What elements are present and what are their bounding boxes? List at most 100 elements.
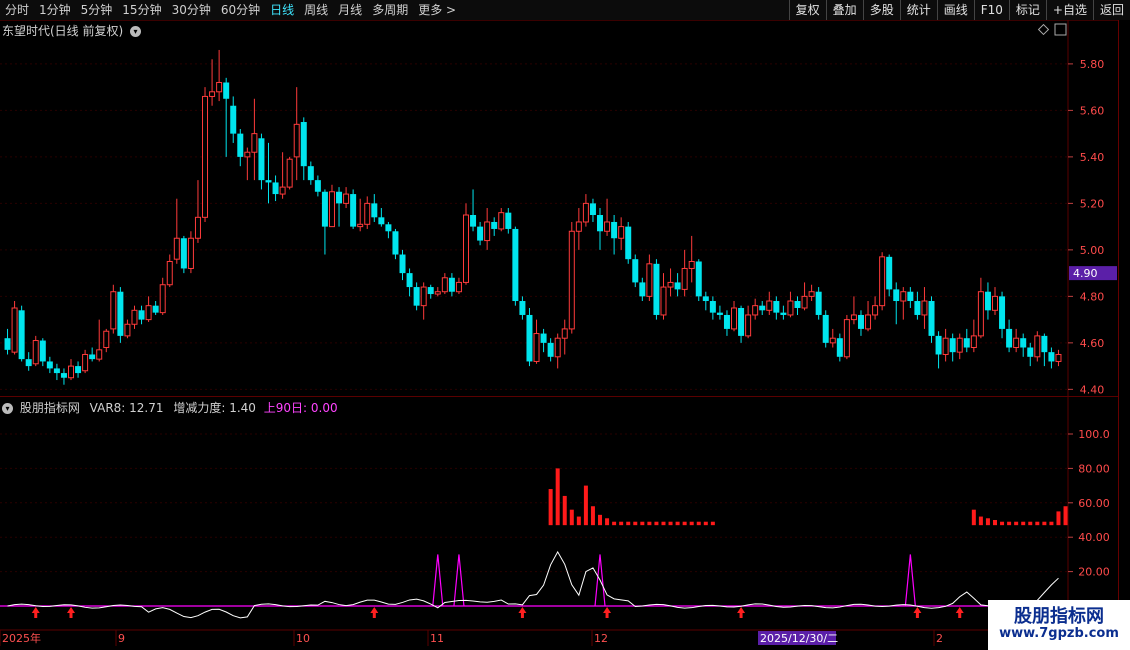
candle-body [32, 340, 39, 365]
indicator-bar [1035, 521, 1040, 526]
toolbar-button-1[interactable]: 叠加 [825, 0, 863, 20]
indicator-bar [633, 521, 638, 526]
period-tab-4[interactable]: 30分钟 [167, 0, 216, 20]
candle-body [251, 133, 258, 153]
candle-body [53, 368, 60, 374]
buy-arrow-icon [31, 607, 40, 618]
indicator-bar [661, 521, 666, 526]
candle-body [667, 281, 674, 288]
candle-body [194, 216, 201, 239]
candle-body [639, 282, 646, 297]
period-tab-2[interactable]: 5分钟 [76, 0, 118, 20]
time-axis-label: 2 [936, 632, 943, 645]
toolbar-button-0[interactable]: 复权 [788, 0, 826, 20]
price-tick-label: 4.40 [1080, 383, 1105, 396]
candle-body [822, 314, 829, 343]
indicator-bar [612, 521, 617, 526]
toolbar-button-3[interactable]: 统计 [899, 0, 937, 20]
toolbar-button-7[interactable]: +自选 [1045, 0, 1093, 20]
candle-body [991, 295, 998, 311]
candle-body [977, 291, 984, 337]
kline-chart[interactable]: 5.80 5.60 5.40 5.20 5.00 4.80 4.60 4.40 4.90 100.… [0, 20, 1118, 650]
indicator-tick-label: 60.00 [1078, 497, 1110, 510]
candle-body [618, 226, 625, 239]
up90-value: 上90日: 0.00 [263, 401, 338, 415]
candle-body [336, 191, 343, 204]
candle-body [68, 365, 75, 379]
candle-body [505, 212, 512, 229]
toolbar-button-5[interactable]: F10 [973, 0, 1009, 20]
candle-body [928, 301, 935, 336]
indicator-bar [1042, 521, 1047, 526]
candle-body [554, 337, 561, 358]
candle-body [11, 307, 18, 353]
period-tab-5[interactable]: 60分钟 [216, 0, 265, 20]
indicator-bar [696, 521, 701, 526]
candle-body [378, 217, 385, 225]
indicator-bar [1021, 521, 1026, 526]
candle-body [484, 221, 491, 242]
candle-body [956, 337, 963, 353]
candle-body [808, 291, 815, 297]
candle-body [963, 338, 970, 348]
candle-body [406, 273, 413, 288]
diamond-icon [1037, 23, 1050, 36]
candle-body [836, 338, 843, 357]
indicator-bar [1056, 511, 1061, 526]
indicator-bar [682, 521, 687, 526]
buy-arrow-icon [518, 607, 527, 618]
period-tab-9[interactable]: 多周期 [367, 0, 413, 20]
candle-body [745, 314, 752, 337]
candle-body [533, 333, 540, 362]
candle-body [752, 305, 759, 316]
time-axis-label: 10 [296, 632, 310, 645]
candle-body [561, 328, 568, 339]
candle-body [1020, 338, 1027, 348]
candle-body [237, 133, 244, 157]
candle-body [681, 267, 688, 290]
period-tab-0[interactable]: 分时 [0, 0, 34, 20]
indicator-bar [1028, 521, 1033, 526]
indicator-tick-label: 100.0 [1078, 428, 1110, 441]
indicator-bar [590, 506, 595, 526]
candle-body [1006, 328, 1013, 348]
period-tab-6[interactable]: 日线 [265, 0, 299, 20]
period-tab-10[interactable]: 更多 > [413, 0, 461, 20]
candle-body [999, 296, 1006, 329]
candle-body [568, 230, 575, 330]
candle-body [392, 231, 399, 255]
candle-body [39, 340, 46, 362]
candle-body [780, 312, 787, 315]
candle-body [857, 314, 864, 329]
candle-body [279, 186, 286, 195]
chevron-down-icon[interactable]: ▾ [2, 403, 13, 414]
candle-body [364, 202, 371, 225]
indicator-bar [978, 516, 983, 526]
time-axis-label: 11 [430, 632, 444, 645]
candle-body [434, 291, 441, 295]
candle-body [209, 91, 216, 97]
period-tab-1[interactable]: 1分钟 [34, 0, 76, 20]
toolbar-button-8[interactable]: 返回 [1092, 0, 1130, 20]
candle-body [625, 226, 632, 260]
period-tab-8[interactable]: 月线 [333, 0, 367, 20]
candle-body [371, 203, 378, 218]
toolbar-button-6[interactable]: 标记 [1008, 0, 1046, 20]
candle-body [110, 291, 117, 330]
watermark-logo: 股朋指标网 www.7gpzb.com [988, 600, 1130, 650]
candle-body [872, 305, 879, 316]
candle-body [82, 353, 89, 372]
candle-body [152, 305, 159, 313]
candle-body [448, 277, 455, 292]
candle-body [731, 307, 738, 330]
right-side-panel [1118, 20, 1130, 630]
candle-body [921, 300, 928, 316]
indicator-bar [703, 521, 708, 526]
candle-body [357, 223, 364, 228]
period-tab-3[interactable]: 15分钟 [117, 0, 166, 20]
toolbar-button-4[interactable]: 画线 [936, 0, 974, 20]
period-tab-7[interactable]: 周线 [299, 0, 333, 20]
toolbar-button-2[interactable]: 多股 [862, 0, 900, 20]
candle-body [1055, 353, 1062, 362]
candle-body [328, 191, 335, 228]
